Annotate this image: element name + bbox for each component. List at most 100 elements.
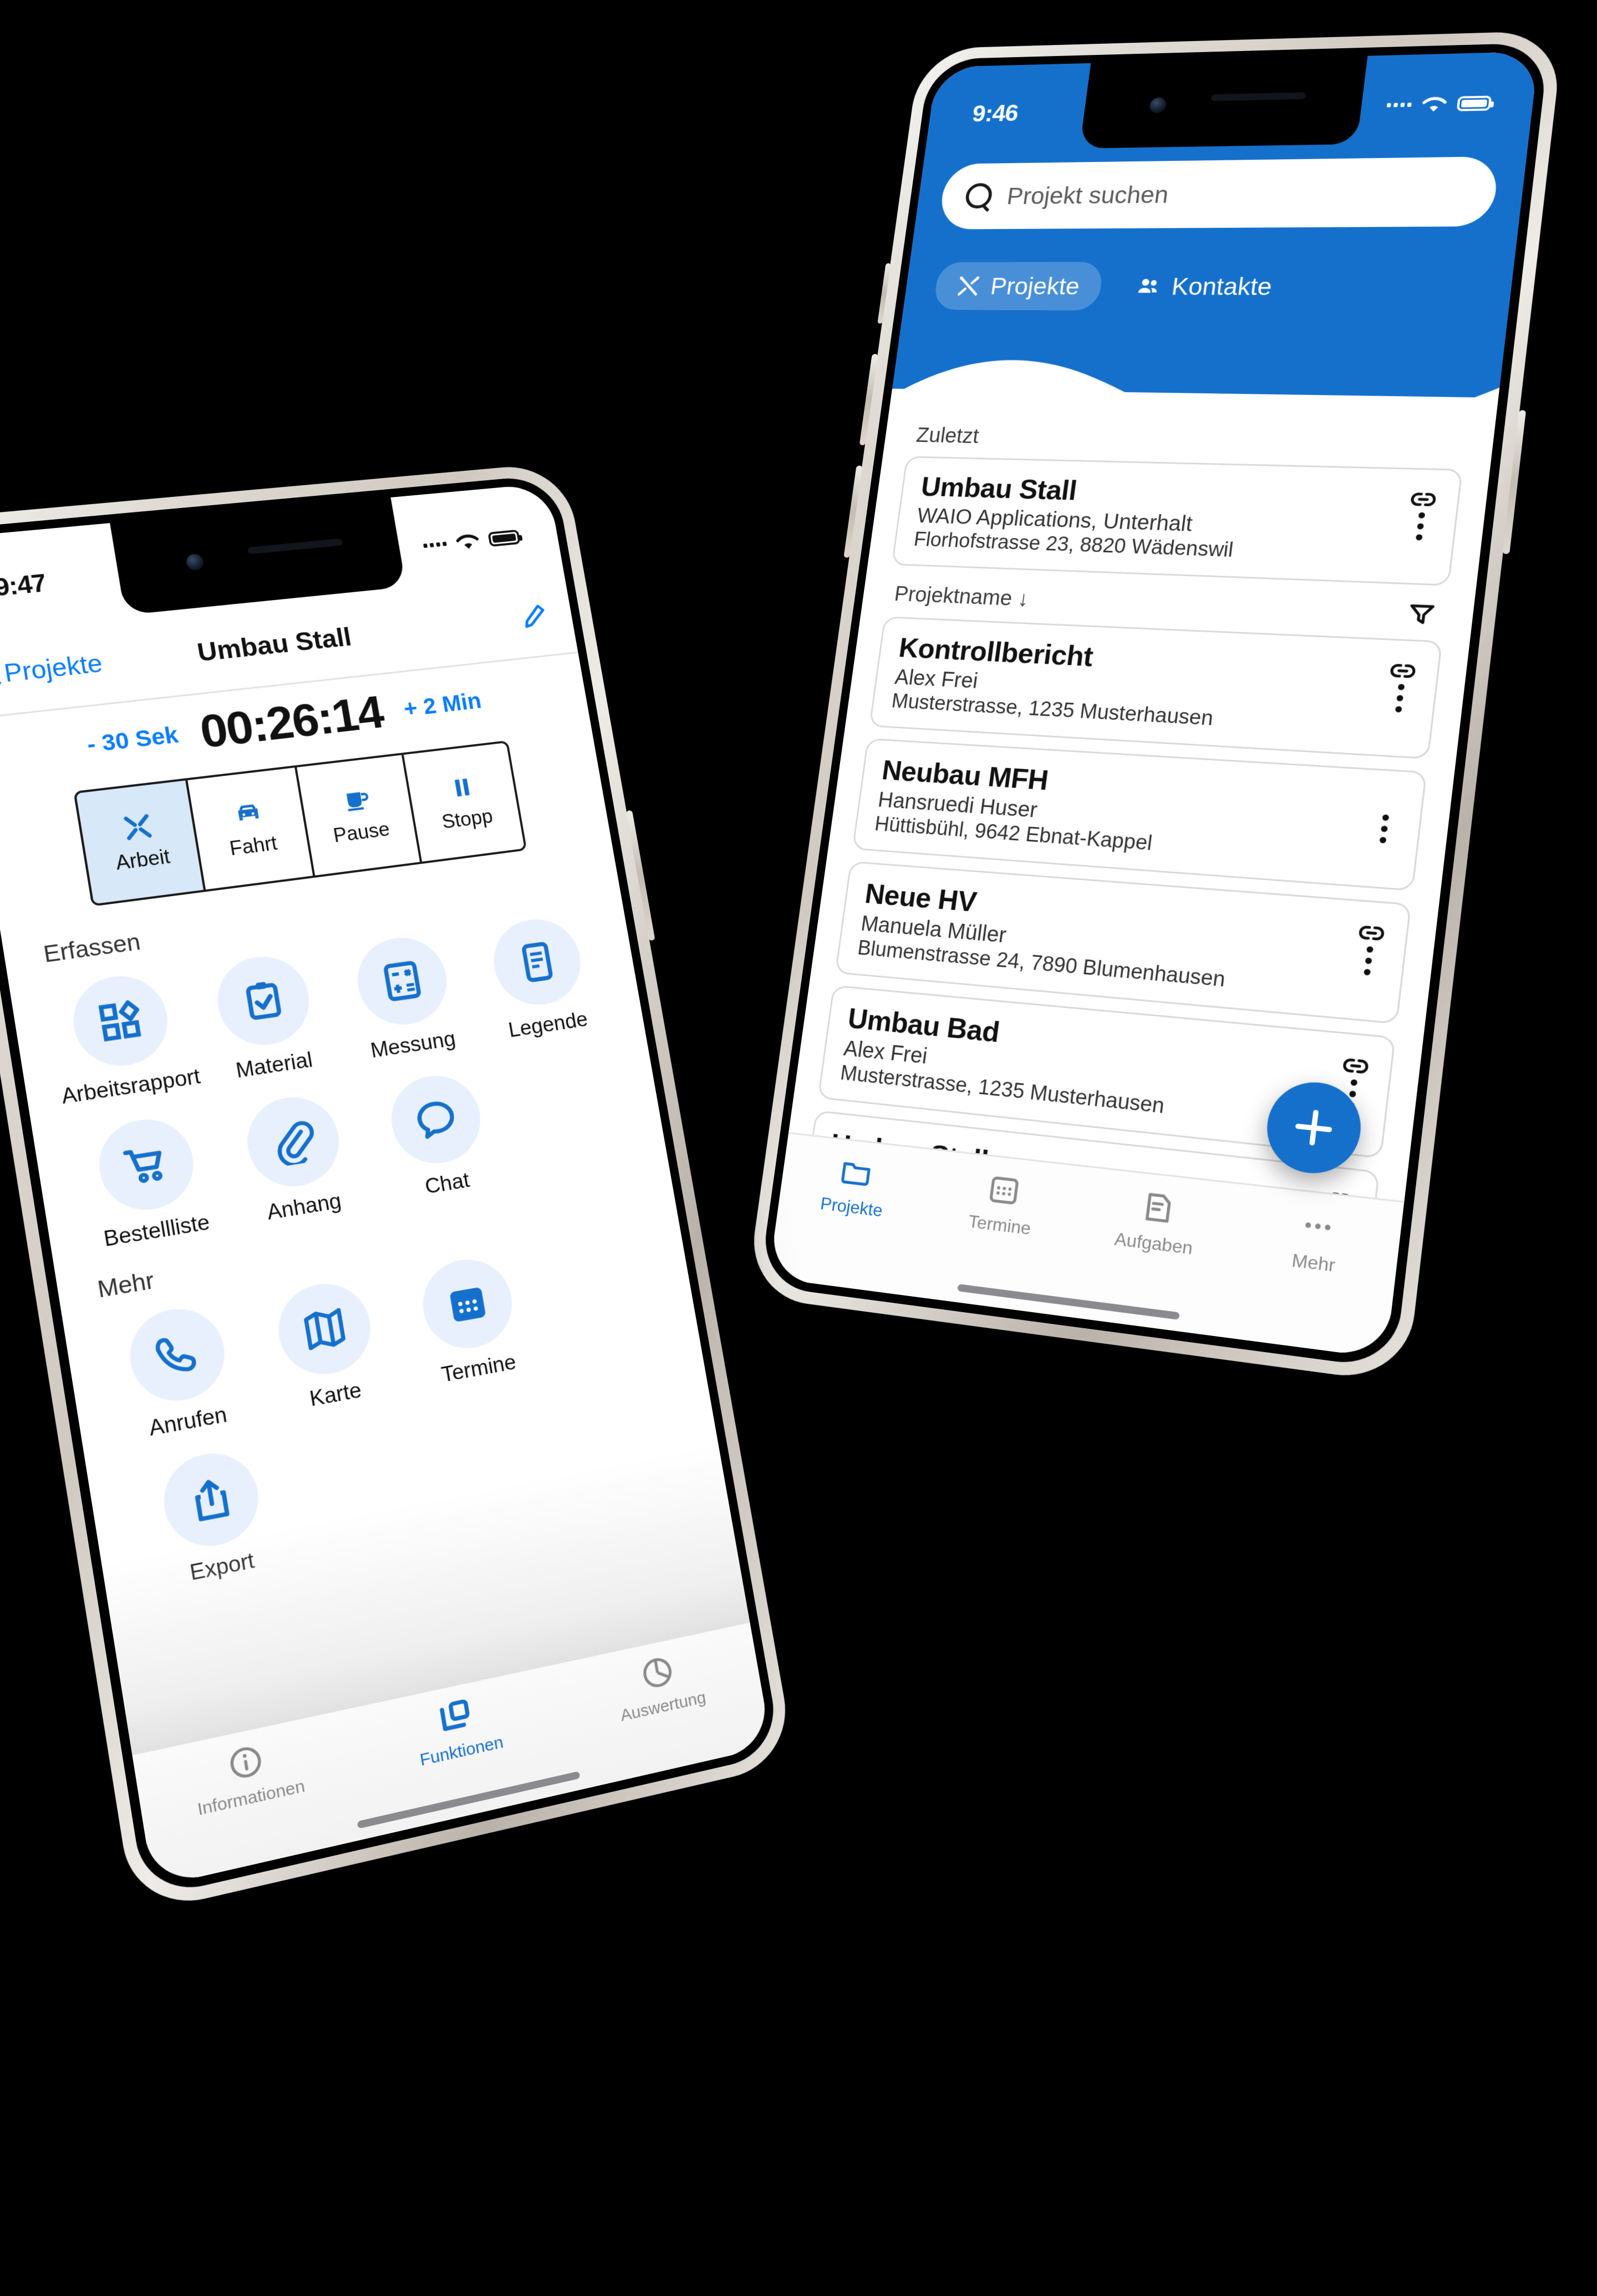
phone-bezel: 9:46 Projekt suchen Projekte Kontakte Zu…: [759, 42, 1550, 1370]
mute-switch[interactable]: [877, 263, 891, 324]
tab-termine[interactable]: Termine: [923, 1164, 1082, 1244]
action-termine[interactable]: Termine: [389, 1248, 551, 1394]
tab-label-aufgaben: Aufgaben: [1113, 1228, 1194, 1258]
home-indicator[interactable]: [957, 1284, 1181, 1320]
document-lines-icon: [512, 937, 563, 987]
action-label: Arbeitsrapport: [59, 1065, 202, 1109]
wifi-icon: [1418, 94, 1451, 112]
mode-fahrt[interactable]: Fahrt: [187, 767, 316, 890]
volume-up-button[interactable]: [859, 354, 878, 445]
battery-icon: [487, 529, 521, 547]
action-bestellliste[interactable]: Bestellliste: [64, 1109, 233, 1256]
car-icon: [231, 797, 266, 821]
card-menu-button[interactable]: [1363, 941, 1374, 981]
tab-auswertung[interactable]: Auswertung: [555, 1634, 763, 1738]
add-project-fab[interactable]: [1262, 1078, 1366, 1179]
tab-label-projekte: Projekte: [819, 1193, 884, 1221]
power-button[interactable]: [1502, 410, 1527, 555]
card-menu-button[interactable]: [1395, 679, 1406, 718]
cart-icon: [119, 1138, 174, 1191]
pause-icon: [454, 778, 470, 797]
mode-label-fahrt: Fahrt: [228, 831, 279, 860]
timer-minus-button[interactable]: - 30 Sek: [85, 722, 180, 758]
front-camera-icon: [1148, 97, 1167, 113]
link-icon[interactable]: [1407, 486, 1439, 516]
people-icon: [1138, 278, 1157, 293]
back-button[interactable]: Projekte: [0, 648, 104, 690]
action-label: Bestellliste: [102, 1211, 212, 1252]
projects-screen: 9:46 Projekt suchen Projekte Kontakte Zu…: [768, 51, 1539, 1359]
wifi-icon: [452, 530, 484, 549]
action-label: Export: [188, 1548, 256, 1586]
calendar-icon: [449, 1287, 486, 1323]
action-anhang[interactable]: Anhang: [213, 1087, 378, 1231]
link-icon[interactable]: [1340, 1051, 1372, 1084]
search-icon: [964, 183, 995, 210]
info-circle-icon: [225, 1741, 267, 1784]
tools-icon: [955, 275, 982, 298]
link-icon[interactable]: [1324, 1185, 1356, 1218]
action-messung[interactable]: Messung: [326, 929, 483, 1067]
segment-kontakte[interactable]: Kontakte: [1111, 262, 1297, 312]
back-button-label: Projekte: [2, 649, 105, 688]
map-icon-circle: [272, 1277, 377, 1381]
volume-down-button[interactable]: [843, 465, 863, 558]
tab-projekte[interactable]: Projekte: [778, 1147, 932, 1226]
recent-project-card[interactable]: Umbau Stall WAIO Applications, Unterhalt…: [891, 456, 1463, 586]
earpiece-speaker: [1210, 92, 1306, 101]
mode-stopp[interactable]: Stopp: [403, 743, 525, 862]
cellular-signal-icon: [423, 541, 447, 548]
mode-arbeit[interactable]: Arbeit: [75, 780, 206, 904]
action-legende[interactable]: Legende: [463, 911, 617, 1047]
search-input[interactable]: Projekt suchen: [1005, 180, 1170, 210]
action-label: Material: [234, 1048, 314, 1083]
link-icon[interactable]: [1355, 918, 1387, 951]
clipboard-check-icon: [237, 975, 291, 1026]
card-menu-button[interactable]: [1415, 507, 1426, 546]
status-bar-time: 9:46: [970, 99, 1020, 127]
paperclip-icon: [267, 1116, 321, 1168]
mode-pause[interactable]: Pause: [297, 754, 423, 876]
action-export[interactable]: Export: [118, 1439, 308, 1597]
timer-plus-button[interactable]: + 2 Min: [402, 688, 484, 722]
tab-informationen[interactable]: Informationen: [134, 1721, 359, 1832]
phone-mockup-detail: 9:47 Projekte Umbau Stall - 30 Sek 00:26…: [0, 461, 796, 1915]
edit-button[interactable]: [517, 601, 551, 634]
section-label-mehr: Mehr: [95, 1267, 156, 1303]
project-card[interactable]: Kontrollbericht Alex Frei Musterstrasse, 1…: [869, 616, 1443, 760]
action-anrufen[interactable]: Anrufen: [95, 1297, 265, 1448]
phone-icon-circle: [123, 1302, 231, 1409]
filter-funnel-icon[interactable]: [1403, 599, 1439, 633]
tools-icon: [120, 811, 156, 844]
link-icon[interactable]: [1387, 657, 1418, 688]
recent-section-label: Zuletzt: [915, 424, 980, 448]
bottom-tab-bar: Projekte Termine Aufgaben Mehr: [768, 1132, 1405, 1359]
calendar-icon: [985, 1171, 1023, 1209]
shapes-icon-circle: [67, 970, 174, 1072]
tab-label-informationen: Informationen: [196, 1776, 307, 1820]
screenshot-stage: 9:46 Projekt suchen Projekte Kontakte Zu…: [0, 0, 1597, 2296]
card-menu-button[interactable]: [1379, 809, 1390, 849]
shapes-icon: [93, 995, 148, 1047]
map-icon: [298, 1302, 352, 1355]
action-arbeitsrapport[interactable]: Arbeitsrapport: [40, 967, 205, 1110]
tab-funktionen[interactable]: Funktionen: [349, 1677, 566, 1784]
erfassen-row-1: Arbeitsrapport Material Messung Legende: [40, 911, 617, 1110]
earpiece-speaker: [247, 538, 343, 555]
home-indicator[interactable]: [357, 1771, 581, 1829]
action-chat[interactable]: Chat: [358, 1066, 520, 1207]
action-karte[interactable]: Karte: [244, 1272, 410, 1420]
tab-aufgaben[interactable]: Aufgaben: [1075, 1181, 1239, 1264]
sort-label[interactable]: Projektname ↓: [893, 582, 1030, 611]
tab-label-auswertung: Auswertung: [619, 1688, 708, 1725]
action-material[interactable]: Material: [185, 948, 346, 1088]
chat-bubble-icon: [410, 1094, 462, 1145]
segment-projekte[interactable]: Projekte: [933, 262, 1104, 311]
erfassen-row-2: Bestellliste Anhang Chat: [64, 1066, 519, 1256]
cart-icon-circle: [92, 1113, 200, 1217]
search-bar[interactable]: Projekt suchen: [938, 156, 1500, 230]
bottom-tab-bar: Informationen Funktionen Auswertung: [131, 1621, 772, 1888]
phone-icon: [150, 1328, 205, 1382]
tab-mehr[interactable]: Mehr: [1232, 1199, 1402, 1283]
card-menu-button[interactable]: [1347, 1074, 1358, 1114]
